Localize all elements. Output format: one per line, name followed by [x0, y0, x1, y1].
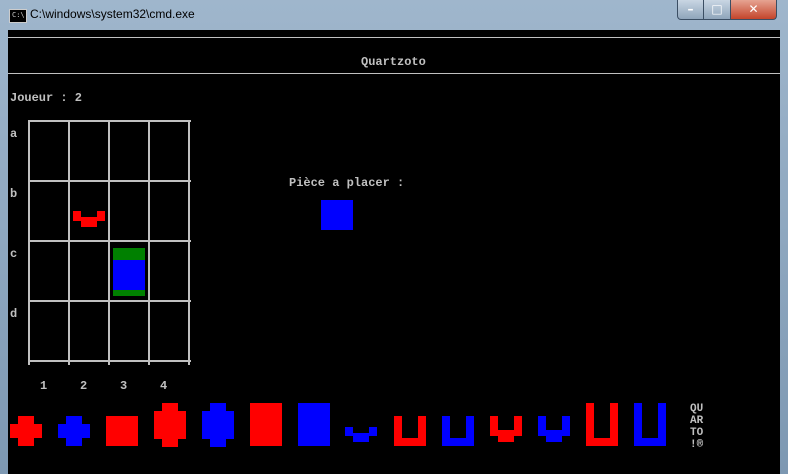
grid-line [28, 120, 191, 122]
reserve-piece-12[interactable] [538, 416, 572, 446]
reserve-piece-13[interactable] [586, 403, 620, 447]
reserve-piece-5[interactable] [202, 403, 236, 447]
grid-line [28, 180, 191, 182]
piece-part [81, 217, 97, 227]
reserve-piece-8[interactable] [345, 427, 379, 447]
game-board[interactable] [28, 120, 191, 365]
reserve-piece-11[interactable] [490, 416, 524, 446]
window-title: C:\windows\system32\cmd.exe [30, 7, 195, 21]
console-area[interactable]: Quartzoto Joueur : 2 a b c d 1 2 3 4 Piè… [8, 30, 780, 474]
row-label-a: a [10, 127, 18, 141]
reserve-piece-9[interactable] [394, 416, 428, 446]
row-label-d: d [10, 307, 18, 321]
grid-line [28, 240, 191, 242]
maximize-button[interactable]: □ [703, 0, 731, 20]
game-title: Quartzoto [361, 55, 426, 69]
grid-line [28, 300, 191, 302]
grid-line [28, 360, 191, 362]
col-label-4: 4 [160, 379, 168, 393]
reserve-piece-2[interactable] [58, 416, 92, 446]
top-divider [8, 37, 780, 38]
logo-line-1: QU [690, 403, 704, 415]
close-button[interactable]: ✕ [730, 0, 777, 20]
piece-to-place-label: Pièce a placer : [289, 176, 405, 190]
title-bar[interactable]: C:\ C:\windows\system32\cmd.exe – □ ✕ [0, 0, 788, 30]
reserve-piece-6[interactable] [250, 403, 284, 447]
col-label-1: 1 [40, 379, 48, 393]
col-label-2: 2 [80, 379, 88, 393]
grid-line [108, 120, 110, 365]
player-label: Joueur : 2 [10, 91, 83, 105]
grid-line [68, 120, 70, 365]
reserve-piece-4[interactable] [154, 403, 188, 447]
piece-part [97, 211, 105, 221]
cmd-app-icon[interactable]: C:\ [9, 9, 27, 23]
app-icon-text: C:\ [12, 11, 25, 19]
piece-body [321, 200, 353, 230]
board-piece-c3[interactable] [113, 248, 147, 298]
logo-line-2: AR [690, 415, 704, 427]
title-divider [8, 73, 780, 74]
next-piece [321, 200, 353, 230]
logo-line-3: TO [690, 427, 704, 439]
reserve-piece-10[interactable] [442, 416, 476, 446]
reserve-piece-3[interactable] [106, 416, 140, 446]
minimize-button[interactable]: – [677, 0, 704, 20]
reserve-piece-1[interactable] [10, 416, 44, 446]
logo-line-4: !® [690, 439, 704, 451]
reserve-piece-7[interactable] [298, 403, 332, 447]
row-label-b: b [10, 187, 18, 201]
col-label-3: 3 [120, 379, 128, 393]
row-label-c: c [10, 247, 18, 261]
piece-body [113, 260, 145, 290]
cmd-window: C:\ C:\windows\system32\cmd.exe – □ ✕ Qu… [0, 0, 788, 474]
piece-part [73, 211, 81, 221]
grid-line [148, 120, 150, 365]
grid-line [188, 120, 190, 365]
board-piece-b2[interactable] [73, 211, 107, 231]
reserve-piece-14[interactable] [634, 403, 668, 447]
grid-line [28, 120, 30, 365]
